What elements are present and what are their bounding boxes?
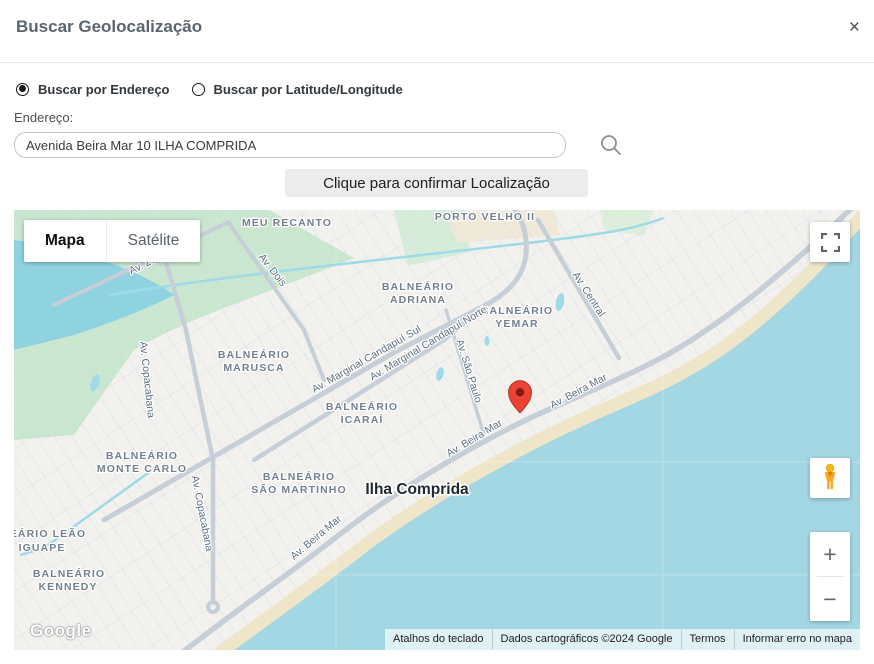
fullscreen-icon xyxy=(821,233,840,252)
radio-search-by-address[interactable] xyxy=(16,83,29,96)
pond xyxy=(485,336,490,346)
street-view-pegman-button[interactable] xyxy=(810,458,850,498)
map-label: PORTO VELHO II xyxy=(435,211,535,223)
map-label: ICARAÍ xyxy=(341,413,384,426)
map-container: MEU RECANTO PORTO VELHO II BALNEÁRIO ADR… xyxy=(14,210,860,650)
close-icon[interactable]: × xyxy=(849,18,860,37)
map-label: BALNEÁRIO xyxy=(218,348,290,361)
map-label: BALNEÁRIO xyxy=(326,400,398,413)
map-label: BALNEÁRIO xyxy=(382,280,454,293)
map-label: MONTE CARLO xyxy=(97,463,187,475)
zoom-in-button[interactable]: + xyxy=(810,532,850,576)
fullscreen-button[interactable] xyxy=(810,222,850,262)
map-data-attribution[interactable]: Dados cartográficos ©2024 Google xyxy=(492,629,681,650)
radio-search-by-latlng[interactable] xyxy=(192,83,205,96)
search-icon xyxy=(599,133,623,157)
zoom-control: + − xyxy=(810,532,850,621)
pegman-icon xyxy=(820,463,840,493)
header-divider xyxy=(0,62,874,63)
map-label: BALNEÁRIO xyxy=(106,449,178,462)
map-label: BALNEÁRIO xyxy=(33,567,105,580)
map-label: BALNEÁRIO xyxy=(263,470,335,483)
map-label: YEMAR xyxy=(495,318,538,330)
map-type-map-button[interactable]: Mapa xyxy=(24,220,106,262)
google-logo[interactable]: Google xyxy=(30,621,92,641)
search-mode-radio-group: Buscar por Endereço Buscar por Latitude/… xyxy=(16,82,403,97)
map-label: IGUAPE xyxy=(19,542,66,554)
map-label: MARUSCA xyxy=(223,362,284,374)
map-label: ADRIANA xyxy=(390,294,446,306)
map-label: SÃO MARTINHO xyxy=(251,483,346,496)
zoom-out-button[interactable]: − xyxy=(810,577,850,621)
terms-link[interactable]: Termos xyxy=(681,629,734,650)
map-label: KENNEDY xyxy=(38,581,97,593)
map-type-satellite-button[interactable]: Satélite xyxy=(106,220,201,262)
search-button[interactable] xyxy=(598,133,624,159)
radio-search-by-latlng-label[interactable]: Buscar por Latitude/Longitude xyxy=(214,82,403,97)
address-field-label: Endereço: xyxy=(14,110,73,125)
confirm-location-button[interactable]: Clique para confirmar Localização xyxy=(285,169,588,197)
map-label: EÁRIO LEÃO xyxy=(14,527,86,540)
map-attribution-bar: Atalhos do teclado Dados cartográficos ©… xyxy=(385,629,860,650)
radio-search-by-address-label[interactable]: Buscar por Endereço xyxy=(38,82,170,97)
map-canvas[interactable]: MEU RECANTO PORTO VELHO II BALNEÁRIO ADR… xyxy=(14,210,860,650)
map-label: BALNEÁRIO xyxy=(481,304,553,317)
map-label-city: Ilha Comprida xyxy=(365,481,469,498)
keyboard-shortcuts-link[interactable]: Atalhos do teclado xyxy=(385,629,492,650)
page-title: Buscar Geolocalização xyxy=(16,17,202,37)
map-type-control: Mapa Satélite xyxy=(24,220,200,262)
report-map-error-link[interactable]: Informar erro no mapa xyxy=(734,629,860,650)
address-input[interactable] xyxy=(14,132,566,158)
map-label: MEU RECANTO xyxy=(242,217,332,229)
